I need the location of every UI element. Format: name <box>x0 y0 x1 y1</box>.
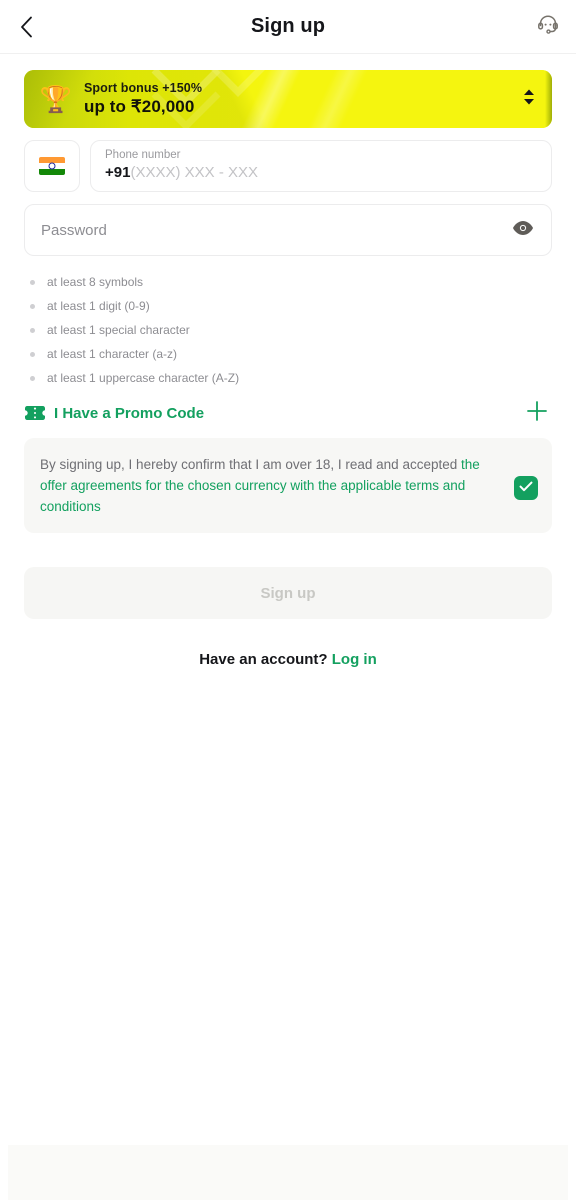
country-selector[interactable] <box>24 140 80 192</box>
login-question: Have an account? <box>199 651 328 668</box>
bonus-banner-container: 🏆 Sport bonus +150% up to ₹20,000 <box>0 54 576 128</box>
password-input[interactable]: Password <box>24 204 552 256</box>
password-requirements: at least 8 symbols at least 1 digit (0-9… <box>0 256 576 390</box>
bullet-icon <box>30 351 35 357</box>
phone-label: Phone number <box>105 149 181 161</box>
consent-plain-text: By signing up, I hereby confirm that I a… <box>40 457 461 472</box>
rule-text: at least 1 special character <box>47 323 190 337</box>
consent-checkbox[interactable] <box>514 476 538 500</box>
banner-texts: Sport bonus +150% up to ₹20,000 <box>84 81 506 117</box>
phone-value: +91(XXXX) XXX - XXX <box>105 163 537 183</box>
list-item: at least 1 digit (0-9) <box>30 294 552 318</box>
list-item: at least 1 special character <box>30 318 552 342</box>
password-placeholder: Password <box>41 221 107 239</box>
consent-block: By signing up, I hereby confirm that I a… <box>24 438 552 533</box>
india-flag-icon <box>39 157 65 175</box>
back-button[interactable] <box>4 5 48 49</box>
list-item: at least 1 character (a-z) <box>30 342 552 366</box>
chevron-up-down-icon <box>522 87 536 112</box>
list-item: at least 1 uppercase character (A-Z) <box>30 366 552 390</box>
chevron-left-icon <box>20 16 33 38</box>
promo-code-row[interactable]: I Have a Promo Code <box>24 396 552 430</box>
login-link[interactable]: Log in <box>332 651 377 668</box>
ticket-icon <box>25 406 45 420</box>
headset-support-icon <box>536 12 560 41</box>
bonus-banner[interactable]: 🏆 Sport bonus +150% up to ₹20,000 <box>24 70 552 128</box>
signup-submit-button[interactable]: Sign up <box>24 567 552 619</box>
phone-input[interactable]: Phone number +91(XXXX) XXX - XXX <box>90 140 552 192</box>
list-item: at least 8 symbols <box>30 270 552 294</box>
rule-text: at least 1 digit (0-9) <box>47 299 150 313</box>
phone-country-code: +91 <box>105 164 131 181</box>
password-visibility-toggle[interactable] <box>505 212 541 248</box>
bottom-panel <box>0 1145 576 1200</box>
eye-icon <box>512 220 534 241</box>
bullet-icon <box>30 375 35 381</box>
rule-text: at least 1 character (a-z) <box>47 347 178 361</box>
checkmark-icon <box>519 479 533 497</box>
signup-form: Phone number +91(XXXX) XXX - XXX Passwor… <box>0 128 576 256</box>
banner-title: up to ₹20,000 <box>84 97 195 116</box>
banner-subtitle: Sport bonus +150% <box>84 81 203 95</box>
trophy-emoji: 🏆 <box>39 84 73 114</box>
add-promo-code-button[interactable] <box>522 398 552 428</box>
signup-screen: Sign up 🏆 Sport bonus +150% up to ₹20,00… <box>0 0 576 1200</box>
support-button[interactable] <box>528 7 568 47</box>
login-prompt: Have an account? Log in <box>0 651 576 668</box>
app-header: Sign up <box>0 0 576 54</box>
consent-text: By signing up, I hereby confirm that I a… <box>40 454 514 517</box>
phone-row: Phone number +91(XXXX) XXX - XXX <box>24 140 552 192</box>
rule-text: at least 1 uppercase character (A-Z) <box>47 371 240 385</box>
rule-text: at least 8 symbols <box>47 275 144 289</box>
bullet-icon <box>30 327 35 333</box>
page-title: Sign up <box>250 15 326 37</box>
bullet-icon <box>30 279 35 285</box>
plus-icon <box>526 400 548 427</box>
banner-expand-button[interactable] <box>506 87 552 112</box>
promo-code-label: I Have a Promo Code <box>54 404 205 422</box>
bullet-icon <box>30 303 35 309</box>
phone-mask: (XXXX) XXX - XXX <box>130 164 258 181</box>
